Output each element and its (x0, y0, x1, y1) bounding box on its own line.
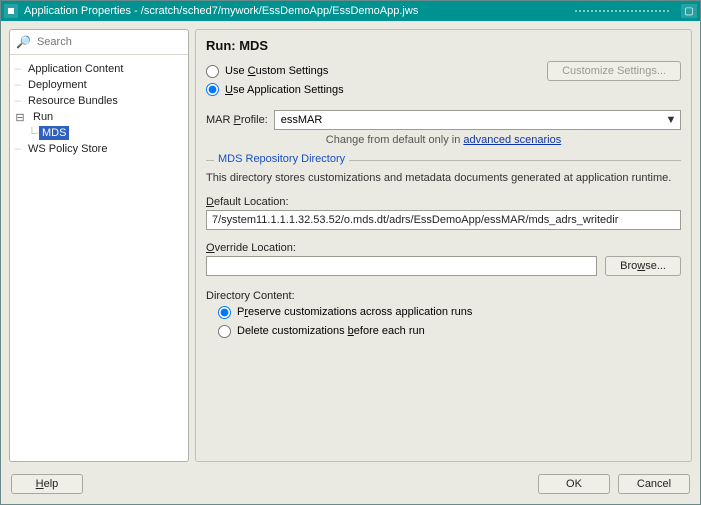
tree-item-ws-policy-store[interactable]: ┈WS Policy Store (14, 141, 184, 157)
group-legend: MDS Repository Directory (214, 153, 349, 165)
mar-profile-select[interactable]: essMAR ▼ (274, 110, 681, 130)
mar-profile-label: MAR Profile: (206, 114, 268, 126)
category-tree-panel: 🔎 ┈Application Content ┈Deployment ┈Reso… (9, 29, 189, 462)
override-location-label: Override Location: (206, 242, 597, 254)
app-icon (4, 4, 18, 18)
browse-button[interactable]: Browse... (605, 256, 681, 276)
directory-content-label: Directory Content: (206, 290, 681, 302)
change-hint-text: Change from default only in advanced sce… (206, 134, 681, 146)
search-icon: 🔎 (16, 35, 31, 49)
use-application-settings-radio[interactable]: Use Application Settings (206, 83, 344, 96)
window-title: Application Properties - /scratch/sched7… (24, 5, 418, 17)
search-input[interactable] (37, 36, 182, 48)
preserve-customizations-radio[interactable]: Preserve customizations across applicati… (218, 306, 681, 319)
window-titlebar: Application Properties - /scratch/sched7… (1, 1, 700, 21)
dialog-button-bar: Help OK Cancel (1, 466, 700, 504)
expand-toggle-icon[interactable]: ⊟ (14, 111, 26, 124)
maximize-icon[interactable]: ▢ (681, 4, 697, 18)
tree-item-resource-bundles[interactable]: ┈Resource Bundles (14, 93, 184, 109)
category-tree[interactable]: ┈Application Content ┈Deployment ┈Resour… (10, 55, 188, 461)
mds-repository-group: MDS Repository Directory This directory … (206, 160, 681, 338)
tree-item-deployment[interactable]: ┈Deployment (14, 77, 184, 93)
tree-item-run[interactable]: ⊟Run (14, 109, 184, 125)
ok-button[interactable]: OK (538, 474, 610, 494)
panel-heading: Run: MDS (206, 38, 681, 53)
group-description: This directory stores customizations and… (206, 171, 681, 186)
default-location-label: Default Location: (206, 196, 681, 208)
delete-customizations-radio[interactable]: Delete customizations before each run (218, 325, 681, 338)
settings-panel: Run: MDS Use Custom Settings Customize S… (195, 29, 692, 462)
chevron-down-icon: ▼ (664, 113, 678, 127)
tree-item-application-content[interactable]: ┈Application Content (14, 61, 184, 77)
advanced-scenarios-link[interactable]: advanced scenarios (463, 134, 561, 146)
use-custom-settings-radio[interactable]: Use Custom Settings (206, 65, 328, 78)
customize-settings-button: Customize Settings... (547, 61, 681, 81)
override-location-input[interactable] (206, 256, 597, 276)
default-location-input[interactable] (206, 210, 681, 230)
cancel-button[interactable]: Cancel (618, 474, 690, 494)
help-button[interactable]: Help (11, 474, 83, 494)
tree-item-mds[interactable]: └┈MDS (28, 125, 184, 141)
